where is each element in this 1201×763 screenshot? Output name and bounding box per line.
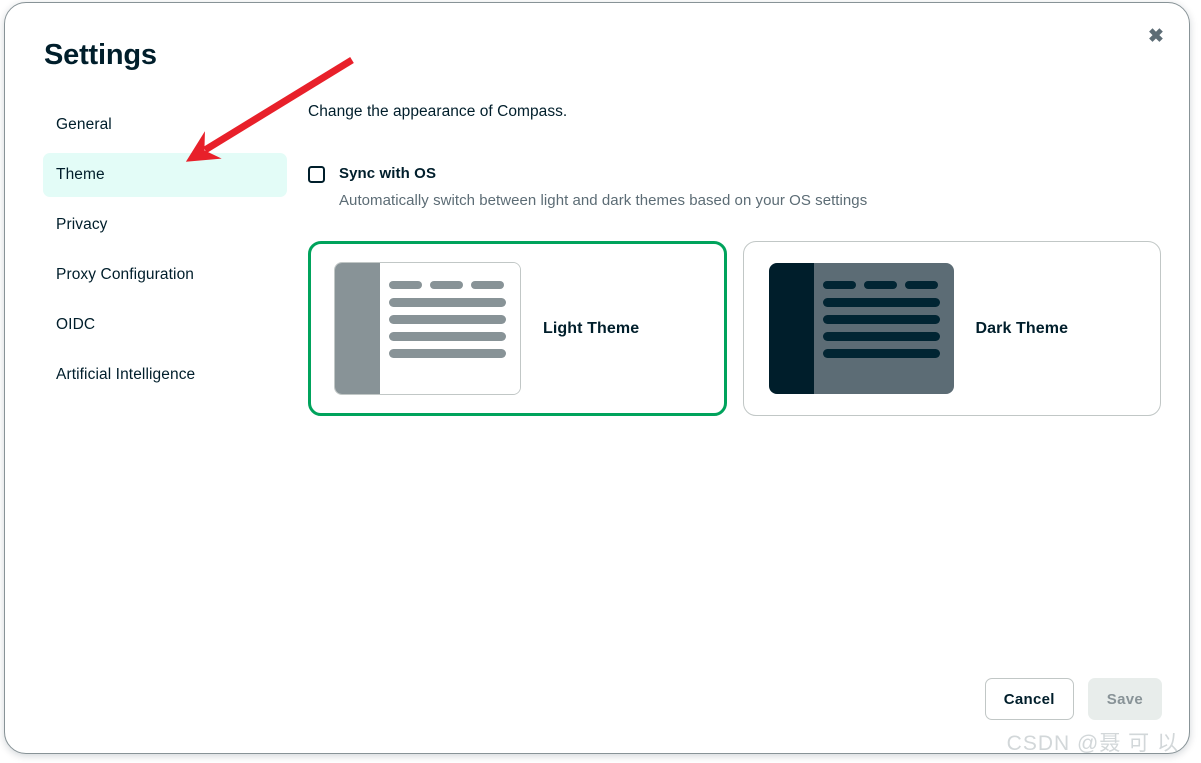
sync-with-os-texts: Sync with OS Automatically switch betwee… — [339, 164, 867, 209]
theme-settings-panel: Change the appearance of Compass. Sync w… — [308, 103, 1161, 416]
dialog-footer: Cancel Save — [984, 678, 1162, 720]
theme-option-dark[interactable]: Dark Theme — [742, 241, 1161, 416]
sidebar-item-label: Privacy — [56, 216, 108, 233]
sidebar-item-label: Artificial Intelligence — [56, 366, 196, 383]
sidebar-item-proxy-configuration[interactable]: Proxy Configuration — [43, 253, 287, 297]
sidebar-item-label: Proxy Configuration — [56, 266, 195, 283]
page-title: Settings — [44, 39, 157, 71]
theme-options: Light Theme Dark Theme — [308, 241, 1161, 416]
sync-with-os-row: Sync with OS Automatically switch betwee… — [308, 164, 1161, 209]
sidebar-item-label: Theme — [56, 166, 105, 183]
sync-with-os-description: Automatically switch between light and d… — [339, 192, 868, 209]
appearance-description: Change the appearance of Compass. — [308, 103, 568, 120]
sidebar-item-oidc[interactable]: OIDC — [43, 303, 287, 347]
sidebar-item-theme[interactable]: Theme — [43, 153, 287, 197]
close-icon[interactable]: ✖ — [1143, 23, 1169, 49]
sync-with-os-checkbox[interactable] — [308, 166, 325, 183]
sync-with-os-label[interactable]: Sync with OS — [339, 164, 867, 184]
light-theme-preview-icon — [334, 262, 521, 395]
theme-option-label: Light Theme — [543, 319, 640, 337]
settings-modal: ✖ Settings General Theme Privacy Proxy C… — [4, 2, 1190, 754]
sidebar-item-label: General — [56, 116, 112, 133]
save-button[interactable]: Save — [1087, 678, 1162, 720]
cancel-button[interactable]: Cancel — [984, 678, 1074, 720]
theme-option-light[interactable]: Light Theme — [308, 241, 727, 416]
settings-sidebar: General Theme Privacy Proxy Configuratio… — [43, 103, 287, 403]
theme-option-label: Dark Theme — [975, 319, 1069, 337]
watermark-text: CSDN @聂 可 以 — [1006, 732, 1179, 755]
dark-theme-preview-icon — [768, 263, 954, 394]
sidebar-item-general[interactable]: General — [43, 103, 287, 147]
sidebar-item-artificial-intelligence[interactable]: Artificial Intelligence — [43, 353, 287, 397]
sidebar-item-privacy[interactable]: Privacy — [43, 203, 287, 247]
sidebar-item-label: OIDC — [56, 316, 96, 333]
